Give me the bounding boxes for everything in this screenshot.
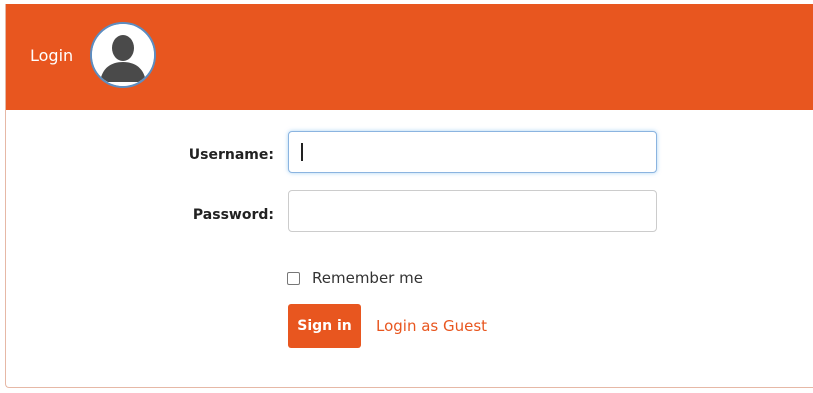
password-input[interactable] <box>288 190 657 232</box>
user-silhouette-icon <box>90 22 156 88</box>
remember-me-row: Remember me <box>287 267 423 289</box>
remember-me-checkbox[interactable] <box>287 271 300 285</box>
panel-header: Login <box>6 4 813 110</box>
username-input[interactable] <box>288 131 657 173</box>
sign-in-button[interactable]: Sign in <box>288 304 361 348</box>
text-caret <box>301 143 303 161</box>
login-as-guest-link[interactable]: Login as Guest <box>376 316 487 336</box>
password-label: Password: <box>192 207 274 223</box>
header-title: Login <box>30 46 74 65</box>
remember-me-label[interactable]: Remember me <box>312 269 423 287</box>
username-label: Username: <box>188 147 274 163</box>
